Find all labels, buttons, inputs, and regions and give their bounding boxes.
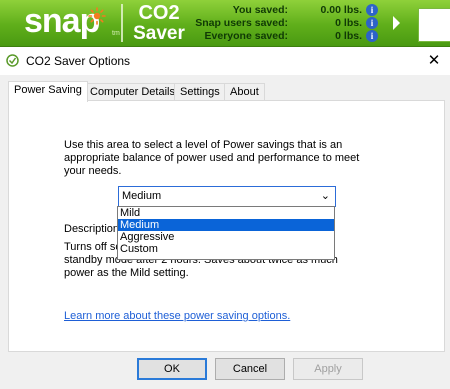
description-label: Description: <box>64 223 123 235</box>
co2-label: CO2 <box>138 2 180 24</box>
apply-button[interactable]: Apply <box>293 358 363 380</box>
tab-power-saving[interactable]: Power Saving <box>8 81 88 102</box>
tab-about[interactable]: About <box>224 83 265 101</box>
option-medium[interactable]: Medium <box>118 219 334 231</box>
savings-stats: You saved: 0.00 lbs. i Snap users saved:… <box>190 4 380 43</box>
ok-button[interactable]: OK <box>137 358 207 380</box>
saver-label: Saver <box>133 23 185 44</box>
dialog-titlebar: CO2 Saver Options ✕ <box>0 47 450 75</box>
cancel-button[interactable]: Cancel <box>215 358 285 380</box>
info-icon[interactable]: i <box>366 30 378 42</box>
stat-value: 0 lbs. <box>335 30 362 42</box>
tab-settings[interactable]: Settings <box>174 83 226 101</box>
stat-snap-users-saved: Snap users saved: 0 lbs. i <box>190 17 380 30</box>
option-custom[interactable]: Custom <box>118 243 334 255</box>
stat-value: 0.00 lbs. <box>320 4 362 16</box>
sun-icon <box>88 7 106 25</box>
power-level-select[interactable]: Medium ⌄ <box>118 186 336 207</box>
intro-text: Use this area to select a level of Power… <box>64 139 360 177</box>
power-level-dropdown: Mild Medium Aggressive Custom <box>117 206 335 260</box>
info-icon[interactable]: i <box>366 4 378 16</box>
banner-input-box[interactable] <box>418 8 450 42</box>
info-icon[interactable]: i <box>366 17 378 29</box>
trademark-mark: tm <box>112 30 120 37</box>
selected-value: Medium <box>122 190 162 202</box>
option-aggressive[interactable]: Aggressive <box>118 231 334 243</box>
snap-co2-saver-banner: snap tm CO2 Saver You saved: 0.00 lbs. i… <box>0 0 450 47</box>
close-icon[interactable]: ✕ <box>422 49 446 73</box>
option-mild[interactable]: Mild <box>118 207 334 219</box>
dialog-title: CO2 Saver Options <box>26 54 131 68</box>
play-arrow-icon[interactable] <box>393 16 400 30</box>
chevron-down-icon[interactable]: ⌄ <box>321 189 330 202</box>
co2-saver-app-icon <box>6 54 19 67</box>
stat-value: 0 lbs. <box>335 17 362 29</box>
tab-computer-details[interactable]: Computer Details <box>84 83 181 101</box>
stat-label: Snap users saved: <box>195 17 288 29</box>
stat-you-saved: You saved: 0.00 lbs. i <box>190 4 380 17</box>
stat-label: You saved: <box>232 4 288 16</box>
learn-more-link[interactable]: Learn more about these power saving opti… <box>64 310 290 322</box>
banner-divider <box>121 4 123 42</box>
stat-everyone-saved: Everyone saved: 0 lbs. i <box>190 30 380 43</box>
stat-label: Everyone saved: <box>204 30 288 42</box>
